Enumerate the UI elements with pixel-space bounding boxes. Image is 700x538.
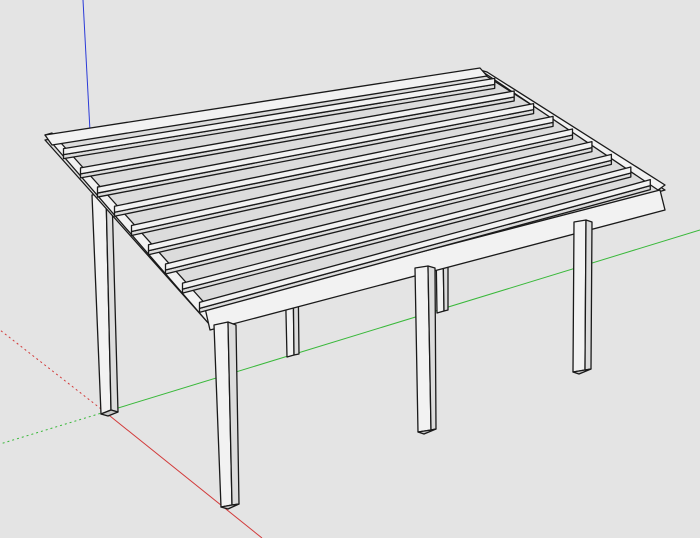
- red-axis-dotted: [0, 329, 106, 413]
- 3d-modeling-viewport[interactable]: [0, 0, 700, 538]
- post-front-center[interactable]: [414, 265, 437, 435]
- post-front-right[interactable]: [572, 219, 593, 375]
- roof[interactable]: [44, 67, 666, 331]
- scene-canvas[interactable]: [0, 0, 700, 538]
- post-back-left[interactable]: [91, 192, 119, 417]
- green-axis-dotted: [0, 411, 106, 445]
- post-front-left[interactable]: [213, 321, 240, 510]
